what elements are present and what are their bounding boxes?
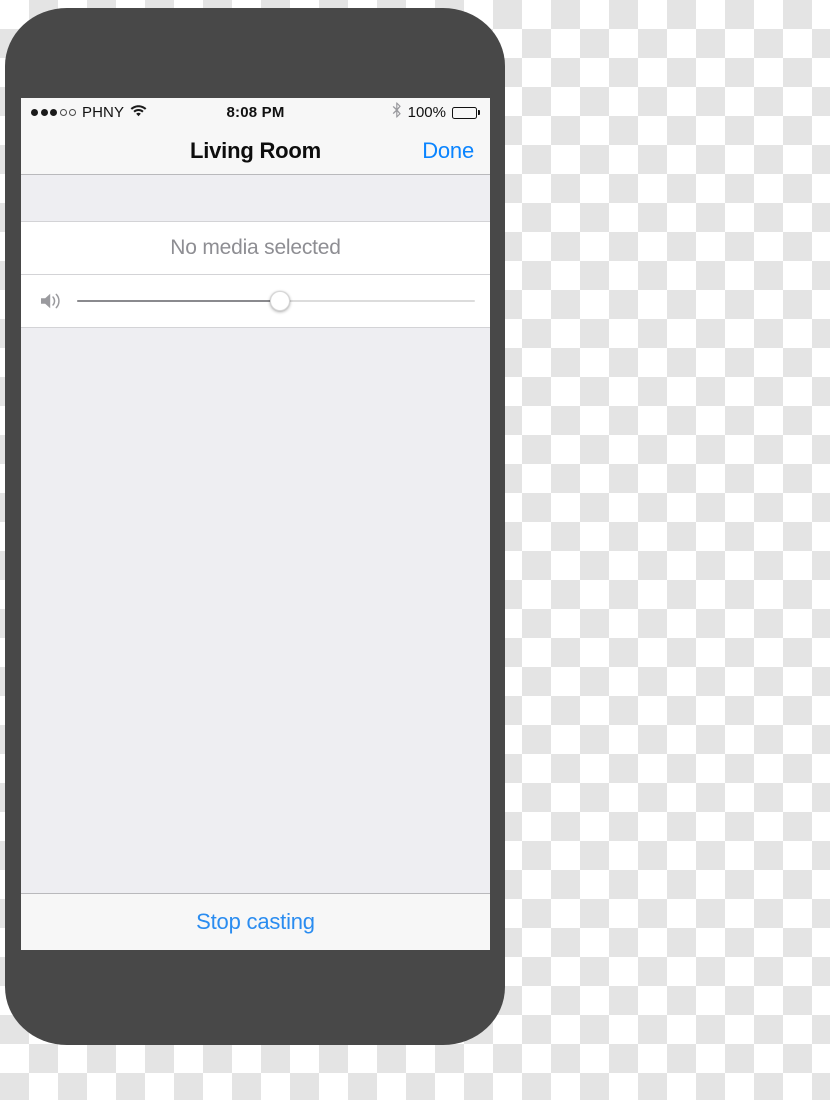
volume-slider-fill [77, 299, 280, 303]
phone-screen: PHNY 8:08 PM 100% Living Room Done No me… [21, 98, 490, 950]
signal-dot-empty [69, 109, 76, 116]
wifi-icon [130, 104, 147, 122]
stop-casting-label: Stop casting [196, 909, 315, 934]
volume-slider-thumb[interactable] [269, 291, 290, 311]
speaker-waves-icon [39, 290, 65, 312]
battery-cap [478, 110, 480, 115]
phone-device-frame: PHNY 8:08 PM 100% Living Room Done No me… [5, 8, 505, 1045]
status-bar: PHNY 8:08 PM 100% [21, 98, 490, 127]
volume-slider[interactable] [77, 290, 475, 312]
signal-dot-empty [59, 109, 67, 116]
signal-dot-filled [50, 109, 57, 116]
status-bar-right: 100% [392, 102, 480, 123]
carrier-label: PHNY [82, 104, 125, 121]
media-status-label: No media selected [170, 236, 341, 259]
media-status-row[interactable]: No media selected [21, 222, 490, 275]
navigation-bar: Living Room Done [21, 127, 490, 175]
done-button[interactable]: Done [422, 138, 474, 164]
volume-row [21, 275, 490, 328]
battery-icon [452, 106, 480, 119]
signal-dot-filled [31, 109, 38, 116]
content-area [21, 328, 490, 893]
transparent-canvas: PHNY 8:08 PM 100% Living Room Done No me… [0, 0, 830, 1100]
signal-strength-dots [31, 109, 76, 116]
battery-body [452, 106, 477, 119]
page-title: Living Room [189, 137, 321, 163]
section-spacer [21, 175, 490, 222]
battery-percentage-label: 100% [407, 104, 446, 121]
stop-casting-button[interactable]: Stop casting [21, 893, 490, 950]
signal-dot-filled [40, 109, 48, 116]
bluetooth-icon [392, 102, 402, 123]
status-bar-left: PHNY [31, 104, 147, 122]
